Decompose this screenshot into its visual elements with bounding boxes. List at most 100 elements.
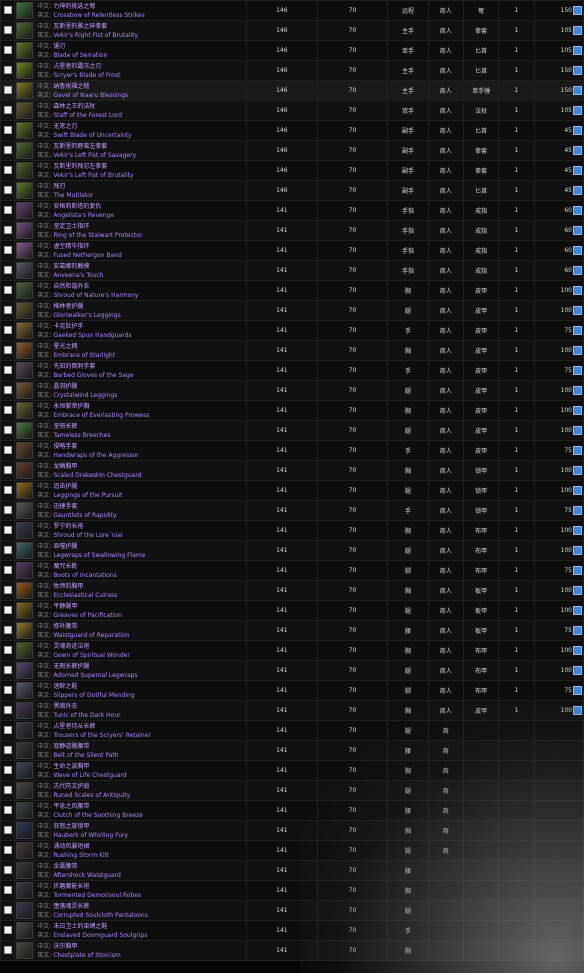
row-checkbox-cell[interactable]: [0, 380, 16, 401]
table-row[interactable]: 中文: 迅捷手套 英文: Gauntlets of Rapidity 141 70 手商人锁…: [0, 500, 584, 521]
item-name-cn[interactable]: 古代符文护肩: [53, 783, 89, 790]
item-name-en[interactable]: Shroud of the Lore`nial: [53, 532, 122, 539]
item-name-cn[interactable]: 堕落魂灵长裤: [53, 903, 89, 910]
item-name-en[interactable]: Crystalwind Leggings: [53, 392, 117, 399]
table-row[interactable]: 中文: 坚定卫士指环 英文: Ring of the Stalwart Protect…: [0, 220, 584, 241]
item-name-cn[interactable]: 狂怒之旋锁甲: [53, 823, 89, 830]
table-row[interactable]: 中文: 无瑕长裤护腿 英文: Adorned Supernal Legwraps 141…: [0, 660, 584, 681]
table-row[interactable]: 中文: 沃尔胸甲 英文: Chestplate of Stoicism 141 70 胸: [0, 940, 584, 961]
row-checkbox-cell[interactable]: [0, 260, 16, 281]
item-icon[interactable]: [16, 102, 34, 119]
row-checkbox-cell[interactable]: [0, 740, 16, 761]
item-icon[interactable]: [16, 282, 34, 299]
item-name-en[interactable]: Angelista's Revenge: [53, 212, 114, 219]
item-icon[interactable]: [16, 862, 34, 879]
item-name-en[interactable]: Aftershock Waistguard: [53, 872, 121, 879]
item-name-en[interactable]: Trousers of the Scryers' Retainer: [53, 732, 151, 739]
item-name-en[interactable]: The Mutilator: [53, 192, 93, 199]
table-row[interactable]: 中文: 力神的挑选之弩 英文: Crossbow of Relentless Stri…: [0, 0, 584, 21]
row-checkbox-cell[interactable]: [0, 540, 16, 561]
table-row[interactable]: 中文: 无常之刃 英文: Swift Blade of Uncertainty 146 7…: [0, 120, 584, 141]
row-checkbox[interactable]: [3, 865, 12, 874]
item-icon[interactable]: [16, 722, 34, 739]
row-checkbox[interactable]: [3, 605, 12, 614]
row-checkbox[interactable]: [3, 245, 12, 254]
table-row[interactable]: 中文: 格林者护腿 英文: Gloriwalker's Leggings 141 70 腿商…: [0, 300, 584, 321]
row-checkbox[interactable]: [3, 905, 12, 914]
row-checkbox-cell[interactable]: [0, 720, 16, 741]
table-row[interactable]: 中文: 古代符文护肩 英文: Runed Scales of Antiquity 141…: [0, 780, 584, 801]
item-name-en[interactable]: Boots of Incantations: [53, 572, 117, 579]
table-row[interactable]: 中文: 生命之波胸甲 英文: Wave of Life Chestguard 141 70…: [0, 760, 584, 781]
item-icon[interactable]: [16, 202, 34, 219]
row-checkbox[interactable]: [3, 145, 12, 154]
row-checkbox-cell[interactable]: [0, 800, 16, 821]
item-name-en[interactable]: Clutch of the Soothing Breeze: [53, 812, 143, 819]
row-checkbox[interactable]: [3, 285, 12, 294]
item-name-en[interactable]: Enslaved Doomguard Soulgrips: [53, 932, 147, 939]
item-icon[interactable]: [16, 882, 34, 899]
item-icon[interactable]: [16, 362, 34, 379]
item-icon[interactable]: [16, 682, 34, 699]
item-icon[interactable]: [16, 462, 34, 479]
table-row[interactable]: 中文: 虚空精华指环 英文: Fused Nethergon Band 141 70 手指商…: [0, 240, 584, 261]
item-name-cn[interactable]: 坚定卫士指环: [53, 223, 89, 230]
row-checkbox-cell[interactable]: [0, 340, 16, 361]
item-name-cn[interactable]: 涌动风暴短裙: [53, 843, 89, 850]
item-name-en[interactable]: Gloriwalker's Leggings: [53, 312, 120, 319]
row-checkbox[interactable]: [3, 805, 12, 814]
row-checkbox-cell[interactable]: [0, 100, 16, 121]
row-checkbox-cell[interactable]: [0, 160, 16, 181]
item-name-en[interactable]: Ring of the Stalwart Protector: [53, 232, 142, 239]
row-checkbox-cell[interactable]: [0, 680, 16, 701]
row-checkbox-cell[interactable]: [0, 200, 16, 221]
item-icon[interactable]: [16, 542, 34, 559]
item-name-cn[interactable]: 残刃: [53, 183, 65, 190]
item-name-cn[interactable]: 灵魂奇迹法袍: [53, 643, 89, 650]
table-row[interactable]: 中文: 卡克肚护手 英文: Gaeked Spun Handguards 141 70 手商…: [0, 320, 584, 341]
item-icon[interactable]: [16, 742, 34, 759]
table-row[interactable]: 中文: 魔咒长靴 英文: Boots of Incantations 141 70 脚商人布…: [0, 560, 584, 581]
row-checkbox-cell[interactable]: [0, 520, 16, 541]
row-checkbox-cell[interactable]: [0, 860, 16, 881]
row-checkbox[interactable]: [3, 385, 12, 394]
item-icon[interactable]: [16, 582, 34, 599]
item-name-en[interactable]: Adorned Supernal Legwraps: [53, 672, 137, 679]
item-name-en[interactable]: Embrace of Everlasting Prowess: [53, 412, 149, 419]
row-checkbox-cell[interactable]: [0, 40, 16, 61]
item-icon[interactable]: [16, 182, 34, 199]
item-icon[interactable]: [16, 782, 34, 799]
table-row[interactable]: 中文: 灵魂奇迹法袍 英文: Gown of Spiritual Wonder 141 7…: [0, 640, 584, 661]
item-name-en[interactable]: Tameless Breeches: [53, 432, 110, 439]
item-name-en[interactable]: Embrace of Starlight: [53, 352, 115, 359]
row-checkbox[interactable]: [3, 525, 12, 534]
table-row[interactable]: 中文: 瓦斯里的野蛮左拳套 英文: Vekir's Left Fist of Sava…: [0, 140, 584, 161]
item-icon[interactable]: [16, 382, 34, 399]
table-row[interactable]: 中文: 纳鲁祝福之槌 英文: Gavel of Naaru Blessings 146 7…: [0, 80, 584, 101]
item-icon[interactable]: [16, 122, 34, 139]
row-checkbox-cell[interactable]: [0, 660, 16, 681]
item-icon[interactable]: [16, 662, 34, 679]
row-checkbox[interactable]: [3, 325, 12, 334]
item-name-cn[interactable]: 瓦斯里的野蛮左拳套: [53, 143, 107, 150]
item-name-cn[interactable]: 沃尔胸甲: [53, 943, 77, 950]
row-checkbox-cell[interactable]: [0, 400, 16, 421]
item-name-en[interactable]: Corrupted Soulcloth Pantaloons: [53, 912, 148, 919]
item-name-cn[interactable]: 寂静道路腰带: [53, 743, 89, 750]
row-checkbox[interactable]: [3, 685, 12, 694]
row-checkbox[interactable]: [3, 785, 12, 794]
table-row[interactable]: 中文: 迷醉之鞋 英文: Slippers of Dutiful Mending 141…: [0, 680, 584, 701]
item-icon[interactable]: [16, 822, 34, 839]
item-name-en[interactable]: Slippers of Dutiful Mending: [53, 692, 134, 699]
row-checkbox-cell[interactable]: [0, 600, 16, 621]
row-checkbox[interactable]: [3, 185, 12, 194]
item-name-en[interactable]: Legwraps of Swallowing Flame: [53, 552, 145, 559]
row-checkbox-cell[interactable]: [0, 420, 16, 441]
row-checkbox[interactable]: [3, 105, 12, 114]
item-name-en[interactable]: Scaled Drakeskin Chestguard: [53, 472, 141, 479]
table-row[interactable]: 中文: 先知的倒刺手套 英文: Barbed Gloves of the Sage 14…: [0, 360, 584, 381]
row-checkbox[interactable]: [3, 205, 12, 214]
row-checkbox[interactable]: [3, 845, 12, 854]
table-row[interactable]: 中文: 牧师的胸甲 英文: Ecclesiastical Cuirass 141 70 胸商…: [0, 580, 584, 601]
item-name-cn[interactable]: 坚韧长裤: [53, 423, 77, 430]
